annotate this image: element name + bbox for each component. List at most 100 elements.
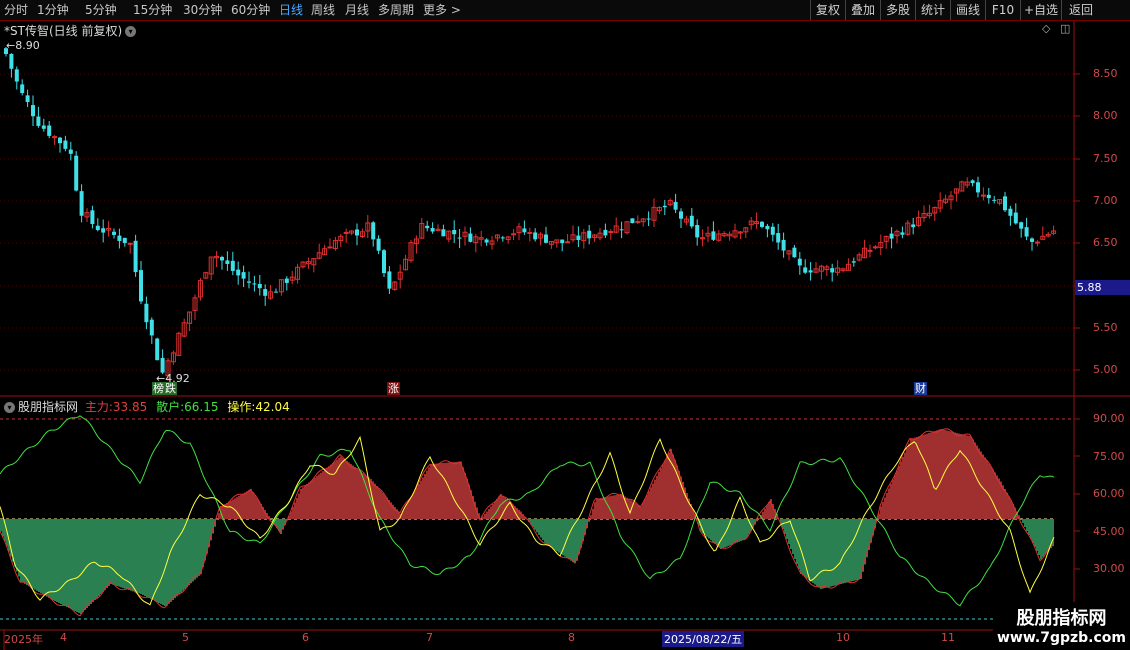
- main-force-area: [96, 519, 98, 598]
- event-tag-cai[interactable]: 财: [914, 382, 927, 395]
- candle-body: [133, 240, 138, 273]
- event-tag-zhang[interactable]: 涨: [387, 382, 400, 395]
- main-force-area: [1002, 485, 1004, 519]
- main-force-area: [42, 519, 44, 595]
- main-force-area: [1048, 519, 1050, 551]
- main-force-area: [446, 462, 448, 519]
- main-force-area: [216, 519, 218, 520]
- main-force-area: [488, 509, 490, 519]
- main-force-area: [738, 519, 740, 542]
- candle-body: [68, 149, 73, 154]
- main-force-area: [56, 519, 58, 602]
- candle-body: [371, 222, 376, 240]
- candle-body: [689, 215, 694, 227]
- candle-body: [851, 261, 856, 263]
- candle-body: [90, 210, 95, 224]
- main-force-area: [894, 475, 896, 519]
- main-force-area: [960, 434, 962, 519]
- main-force-area: [98, 519, 100, 596]
- main-force-area: [1022, 519, 1024, 523]
- main-force-area: [134, 519, 136, 592]
- main-force-value: 33.85: [112, 400, 148, 414]
- main-force-area: [836, 519, 838, 585]
- main-force-area: [568, 519, 570, 560]
- main-force-area: [300, 489, 302, 519]
- main-force-area: [548, 519, 550, 546]
- main-force-area: [1004, 489, 1006, 519]
- chevron-down-icon[interactable]: ▾: [4, 402, 15, 413]
- indicator-name[interactable]: 股朋指标网: [18, 400, 78, 414]
- main-force-area: [744, 519, 746, 540]
- main-force-area: [956, 433, 958, 519]
- main-force-area: [616, 494, 618, 519]
- main-force-area: [420, 480, 422, 519]
- main-force-area: [926, 433, 928, 519]
- main-force-area: [176, 519, 178, 597]
- main-force-area: [252, 492, 254, 519]
- candle-body: [576, 235, 581, 241]
- main-force-area: [464, 473, 466, 519]
- main-force-area: [936, 430, 938, 519]
- main-force-area: [60, 519, 62, 604]
- stock-title: *ST传智(日线 前复权) ▾: [4, 22, 137, 39]
- main-force-area: [236, 497, 238, 519]
- candle-body: [587, 230, 592, 239]
- candle-body: [230, 260, 235, 271]
- maximize-icon[interactable]: ◫: [1060, 22, 1070, 35]
- main-force-area: [114, 519, 116, 586]
- main-force-area: [424, 474, 426, 519]
- main-force-area: [1044, 519, 1046, 555]
- main-force-area: [430, 464, 432, 519]
- main-force-area: [850, 519, 852, 582]
- main-force-area: [742, 519, 744, 541]
- main-force-area: [94, 519, 96, 600]
- candle-body: [441, 229, 446, 237]
- diamond-icon[interactable]: ◇: [1042, 22, 1050, 35]
- main-force-area: [16, 519, 18, 572]
- main-force-area: [76, 519, 78, 612]
- main-force-area: [330, 464, 332, 519]
- candle-body: [47, 125, 52, 136]
- main-force-area: [256, 498, 258, 519]
- candle-body: [263, 289, 268, 296]
- operation-value: 42.04: [255, 400, 290, 414]
- candle-body: [247, 281, 251, 283]
- main-force-area: [408, 500, 410, 519]
- main-force-area: [658, 472, 660, 519]
- operation-label: 操作:: [227, 400, 256, 414]
- main-force-area: [70, 519, 72, 609]
- date-label: 4: [60, 631, 67, 644]
- main-force-area: [306, 484, 308, 519]
- candle-body: [343, 231, 349, 234]
- main-force-area: [308, 482, 310, 519]
- main-force-area: [112, 519, 114, 585]
- main-force-area: [414, 490, 416, 519]
- main-force-area: [164, 519, 166, 606]
- main-force-area: [852, 519, 854, 581]
- main-force-area: [570, 519, 572, 561]
- event-tag-die[interactable]: 跌: [164, 382, 177, 395]
- main-force-area: [38, 519, 40, 592]
- chevron-down-icon[interactable]: ▾: [125, 26, 137, 37]
- main-force-area: [144, 519, 146, 596]
- main-force-area: [998, 478, 1000, 519]
- candle-body: [1034, 241, 1040, 244]
- candle-body: [711, 231, 716, 240]
- main-force-area: [200, 519, 202, 574]
- main-force-area: [78, 519, 80, 613]
- candle-body: [765, 225, 770, 230]
- main-force-area: [828, 519, 830, 587]
- main-force-area: [556, 519, 558, 552]
- candle-body: [522, 228, 527, 233]
- date-label: 5: [182, 631, 189, 644]
- main-force-area: [456, 461, 458, 519]
- main-force-area: [888, 488, 890, 519]
- kline-chart[interactable]: [0, 0, 1130, 650]
- candle-body: [274, 291, 278, 293]
- candle-body: [127, 242, 133, 245]
- main-force-area: [484, 514, 486, 519]
- main-force-area: [344, 459, 346, 519]
- main-force-area: [486, 511, 488, 519]
- main-force-area: [768, 502, 770, 519]
- main-force-area: [882, 502, 884, 519]
